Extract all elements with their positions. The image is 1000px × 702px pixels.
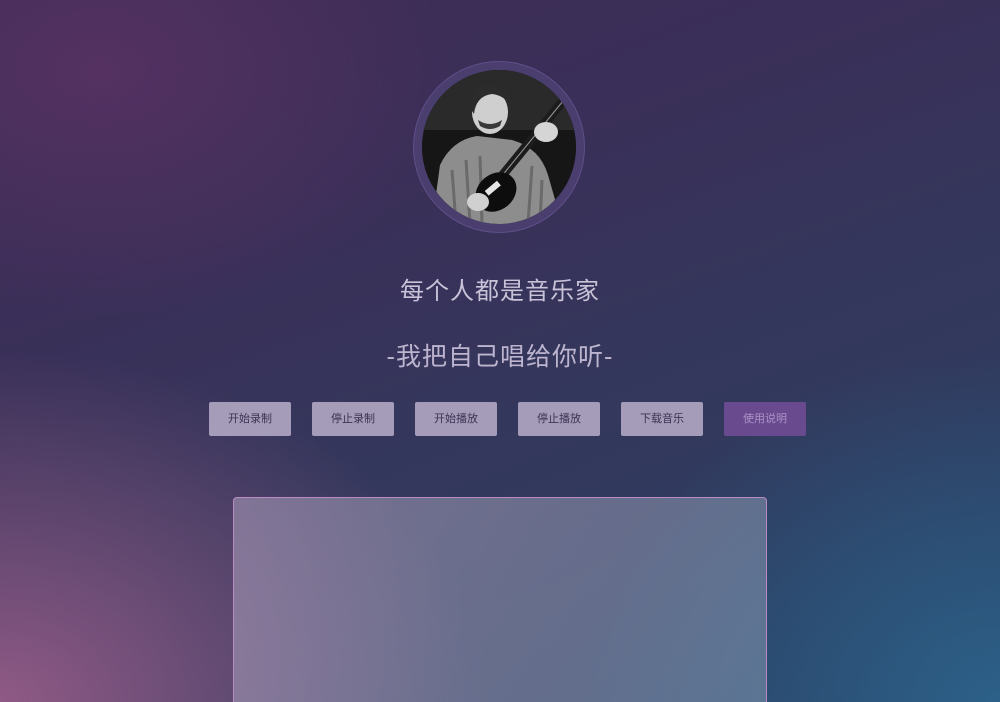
start-playback-button[interactable]: 开始播放 (415, 402, 497, 436)
download-music-button[interactable]: 下载音乐 (621, 402, 703, 436)
toolbar: 开始录制 停止录制 开始播放 停止播放 下载音乐 使用说明 (209, 402, 809, 436)
instructions-button[interactable]: 使用说明 (724, 402, 806, 436)
start-recording-button[interactable]: 开始录制 (209, 402, 291, 436)
stop-playback-button[interactable]: 停止播放 (518, 402, 600, 436)
stop-recording-button[interactable]: 停止录制 (312, 402, 394, 436)
visualizer-panel (233, 497, 767, 702)
guitarist-photo-icon (422, 70, 576, 224)
avatar-frame (414, 62, 584, 232)
page-title: 每个人都是音乐家 (400, 277, 600, 305)
avatar (422, 70, 576, 224)
page-subtitle: -我把自己唱给你听- (386, 342, 614, 371)
